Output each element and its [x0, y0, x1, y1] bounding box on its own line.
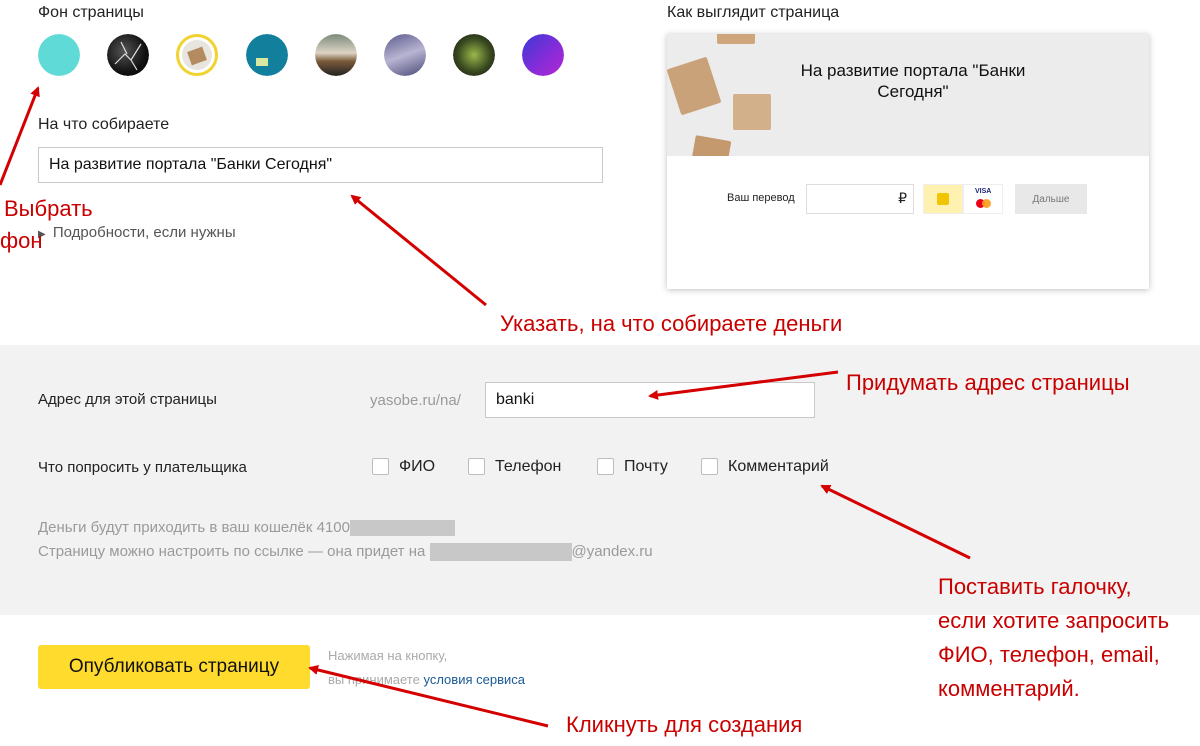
redacted-wallet-number	[349, 520, 455, 537]
checkbox-email[interactable]	[597, 458, 614, 475]
publish-note-2: вы принимаете условия сервиса	[328, 672, 525, 687]
annotation-specify: Указать, на что собираете деньги	[500, 311, 843, 336]
swatch-teal[interactable]	[246, 34, 288, 76]
purpose-input[interactable]: На развитие портала "Банки Сегодня"	[38, 147, 603, 183]
annotation-checkbox-1: Поставить галочку,	[938, 574, 1132, 599]
page-preview: На развитие портала "Банки Сегодня" Ваш …	[667, 34, 1149, 289]
swatch-road[interactable]	[315, 34, 357, 76]
checkbox-phone[interactable]	[468, 458, 485, 475]
arrow-to-purpose-input	[350, 194, 487, 307]
email-text: Страницу можно настроить по ссылке — она…	[38, 543, 426, 560]
card-option[interactable]: VISA	[963, 184, 1003, 214]
wallet-option[interactable]	[923, 184, 963, 214]
publish-button[interactable]: Опубликовать страницу	[38, 645, 310, 689]
address-label: Адрес для этой страницы	[38, 391, 217, 408]
swatch-dark-crack[interactable]	[107, 34, 149, 76]
publish-note-1: Нажимая на кнопку,	[328, 648, 448, 663]
details-toggle[interactable]: ▶ Подробности, если нужны	[38, 224, 236, 241]
address-input[interactable]: banki	[485, 382, 815, 418]
details-link: Подробности, если нужны	[52, 224, 236, 241]
checkbox-phone-label: Телефон	[495, 458, 562, 475]
redacted-email	[429, 543, 572, 562]
annotation-choose-bg-2: фон	[0, 228, 43, 253]
ask-payer-label: Что попросить у плательщика	[38, 459, 247, 476]
ruble-sign: ₽	[898, 190, 907, 206]
annotation-address: Придумать адрес страницы	[846, 370, 1130, 395]
arrow-to-swatches	[0, 86, 40, 186]
annotation-checkbox-4: комментарий.	[938, 676, 1080, 701]
email-domain: @yandex.ru	[571, 543, 653, 560]
swatch-plant[interactable]	[453, 34, 495, 76]
visa-icon: VISA	[975, 188, 992, 195]
purpose-label: На что собираете	[38, 116, 170, 133]
annotation-choose-bg-1: Выбрать	[4, 196, 93, 221]
checkbox-comment-label: Комментарий	[728, 458, 829, 475]
background-section-label: Фон страницы	[38, 4, 144, 21]
wallet-icon	[937, 193, 949, 205]
purpose-input-value: На развитие портала "Банки Сегодня"	[49, 156, 333, 173]
annotation-checkbox-3: ФИО, телефон, email,	[938, 642, 1160, 667]
swatch-purple-gradient[interactable]	[522, 34, 564, 76]
terms-link[interactable]: условия сервиса	[423, 672, 525, 687]
preview-next-button[interactable]: Дальше	[1015, 184, 1087, 214]
swatch-turquoise[interactable]	[38, 34, 80, 76]
checkbox-fio[interactable]	[372, 458, 389, 475]
publish-note-2-text: вы принимаете	[328, 672, 420, 687]
address-prefix: yasobe.ru/na/	[370, 392, 461, 409]
checkbox-email-label: Почту	[624, 458, 668, 475]
checkbox-fio-label: ФИО	[399, 458, 436, 475]
checkbox-comment[interactable]	[701, 458, 718, 475]
mastercard-circle	[982, 199, 991, 208]
address-input-value: banki	[496, 391, 535, 408]
wallet-text: Деньги будут приходить в ваш кошелёк 410…	[38, 519, 350, 536]
preview-title: На развитие портала "Банки Сегодня"	[800, 61, 1026, 101]
swatch-mountains[interactable]	[384, 34, 426, 76]
annotation-click: Кликнуть для создания	[566, 712, 803, 737]
preview-background: На развитие портала "Банки Сегодня"	[667, 34, 1149, 156]
swatch-boxes[interactable]	[176, 34, 218, 76]
preview-amount-input[interactable]: ₽	[806, 184, 914, 214]
annotation-checkbox-2: если хотите запросить	[938, 608, 1170, 633]
wallet-info: Деньги будут приходить в ваш кошелёк 410…	[38, 519, 455, 537]
preview-label: Как выглядит страница	[667, 4, 840, 21]
preview-transfer-label: Ваш перевод	[727, 192, 795, 204]
email-info: Страницу можно настроить по ссылке — она…	[38, 543, 653, 562]
